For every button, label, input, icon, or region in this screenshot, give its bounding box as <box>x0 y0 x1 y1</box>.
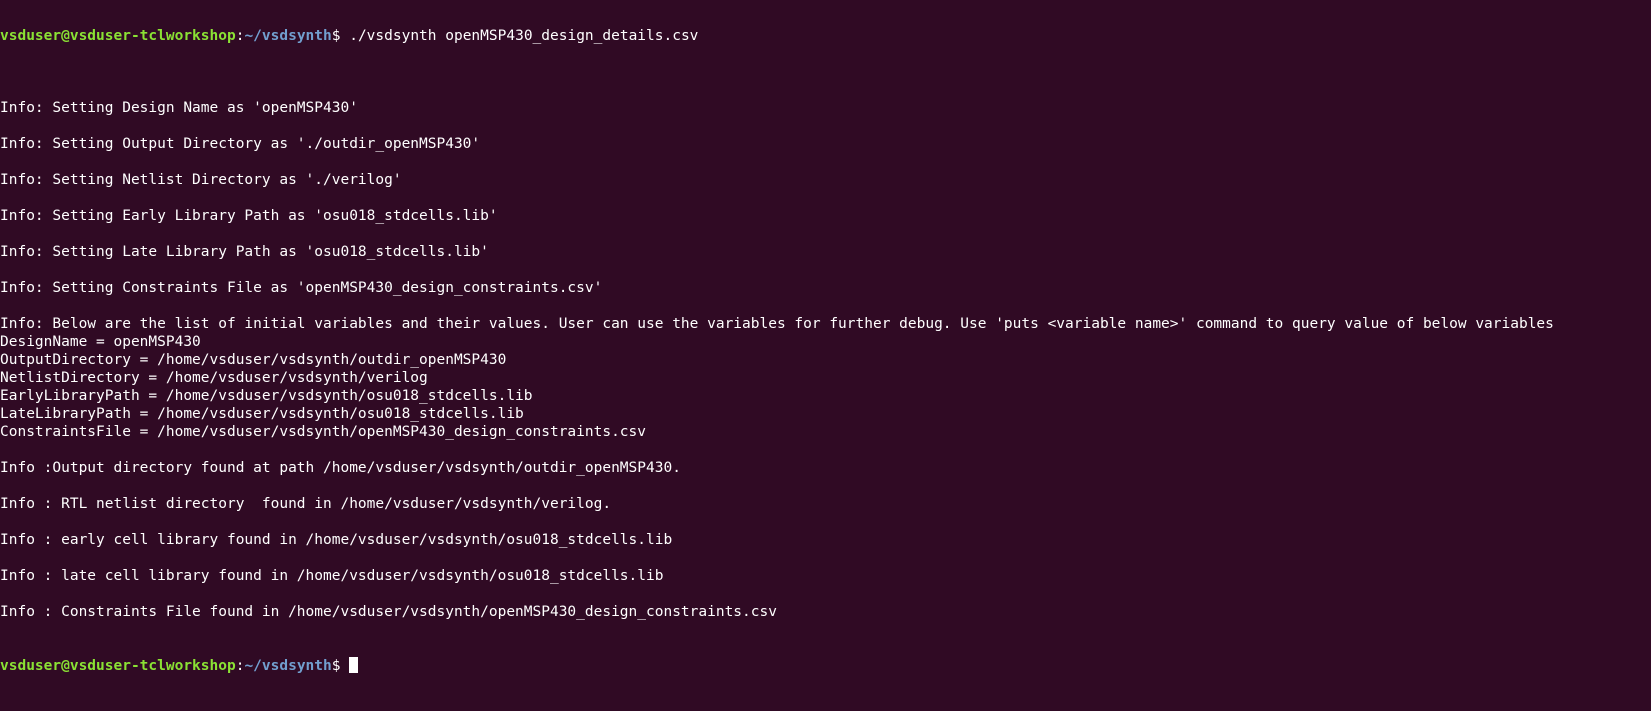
output-line: Info: Setting Constraints File as 'openM… <box>0 280 603 296</box>
prompt-symbol: $ <box>331 658 350 674</box>
output-line: Info : RTL netlist directory found in /h… <box>0 496 612 512</box>
output-line: Info : late cell library found in /home/… <box>0 568 664 584</box>
output-line: OutputDirectory = /home/vsduser/vsdsynth… <box>0 352 507 368</box>
prompt-path: ~/vsdsynth <box>244 28 332 44</box>
command-text: ./vsdsynth openMSP430_design_details.csv <box>349 28 699 44</box>
prompt-symbol: $ <box>331 28 350 44</box>
prompt-colon: : <box>235 658 245 674</box>
output-line: Info : early cell library found in /home… <box>0 532 673 548</box>
output-line: EarlyLibraryPath = /home/vsduser/vsdsynt… <box>0 388 533 404</box>
output-block: Info: Setting Design Name as 'openMSP430… <box>0 81 1554 621</box>
output-line: Info: Setting Early Library Path as 'osu… <box>0 208 498 224</box>
output-line: ConstraintsFile = /home/vsduser/vsdsynth… <box>0 424 647 440</box>
output-line: LateLibraryPath = /home/vsduser/vsdsynth… <box>0 406 524 422</box>
output-line: NetlistDirectory = /home/vsduser/vsdsynt… <box>0 370 428 386</box>
prompt-user-host: vsduser@vsduser-tclworkshop <box>0 658 236 674</box>
output-line: DesignName = openMSP430 <box>0 334 201 350</box>
command-line: vsduser@vsduser-tclworkshop:~/vsdsynth$ … <box>0 27 1554 45</box>
terminal-window[interactable]: vsduser@vsduser-tclworkshop:~/vsdsynth$ … <box>0 0 1651 674</box>
output-line: Info: Setting Output Directory as './out… <box>0 136 481 152</box>
output-line: Info: Below are the list of initial vari… <box>0 316 1554 332</box>
active-prompt-line[interactable]: vsduser@vsduser-tclworkshop:~/vsdsynth$ <box>0 657 1554 675</box>
prompt-user-host: vsduser@vsduser-tclworkshop <box>0 28 236 44</box>
terminal-output: vsduser@vsduser-tclworkshop:~/vsdsynth$ … <box>0 0 1554 711</box>
output-line: Info :Output directory found at path /ho… <box>0 460 681 476</box>
prompt-path: ~/vsdsynth <box>244 658 332 674</box>
text-cursor[interactable] <box>349 657 359 673</box>
output-line: Info : Constraints File found in /home/v… <box>0 604 777 620</box>
output-line: Info: Setting Late Library Path as 'osu0… <box>0 244 489 260</box>
output-line: Info: Setting Design Name as 'openMSP430… <box>0 100 358 116</box>
output-line: Info: Setting Netlist Directory as './ve… <box>0 172 402 188</box>
